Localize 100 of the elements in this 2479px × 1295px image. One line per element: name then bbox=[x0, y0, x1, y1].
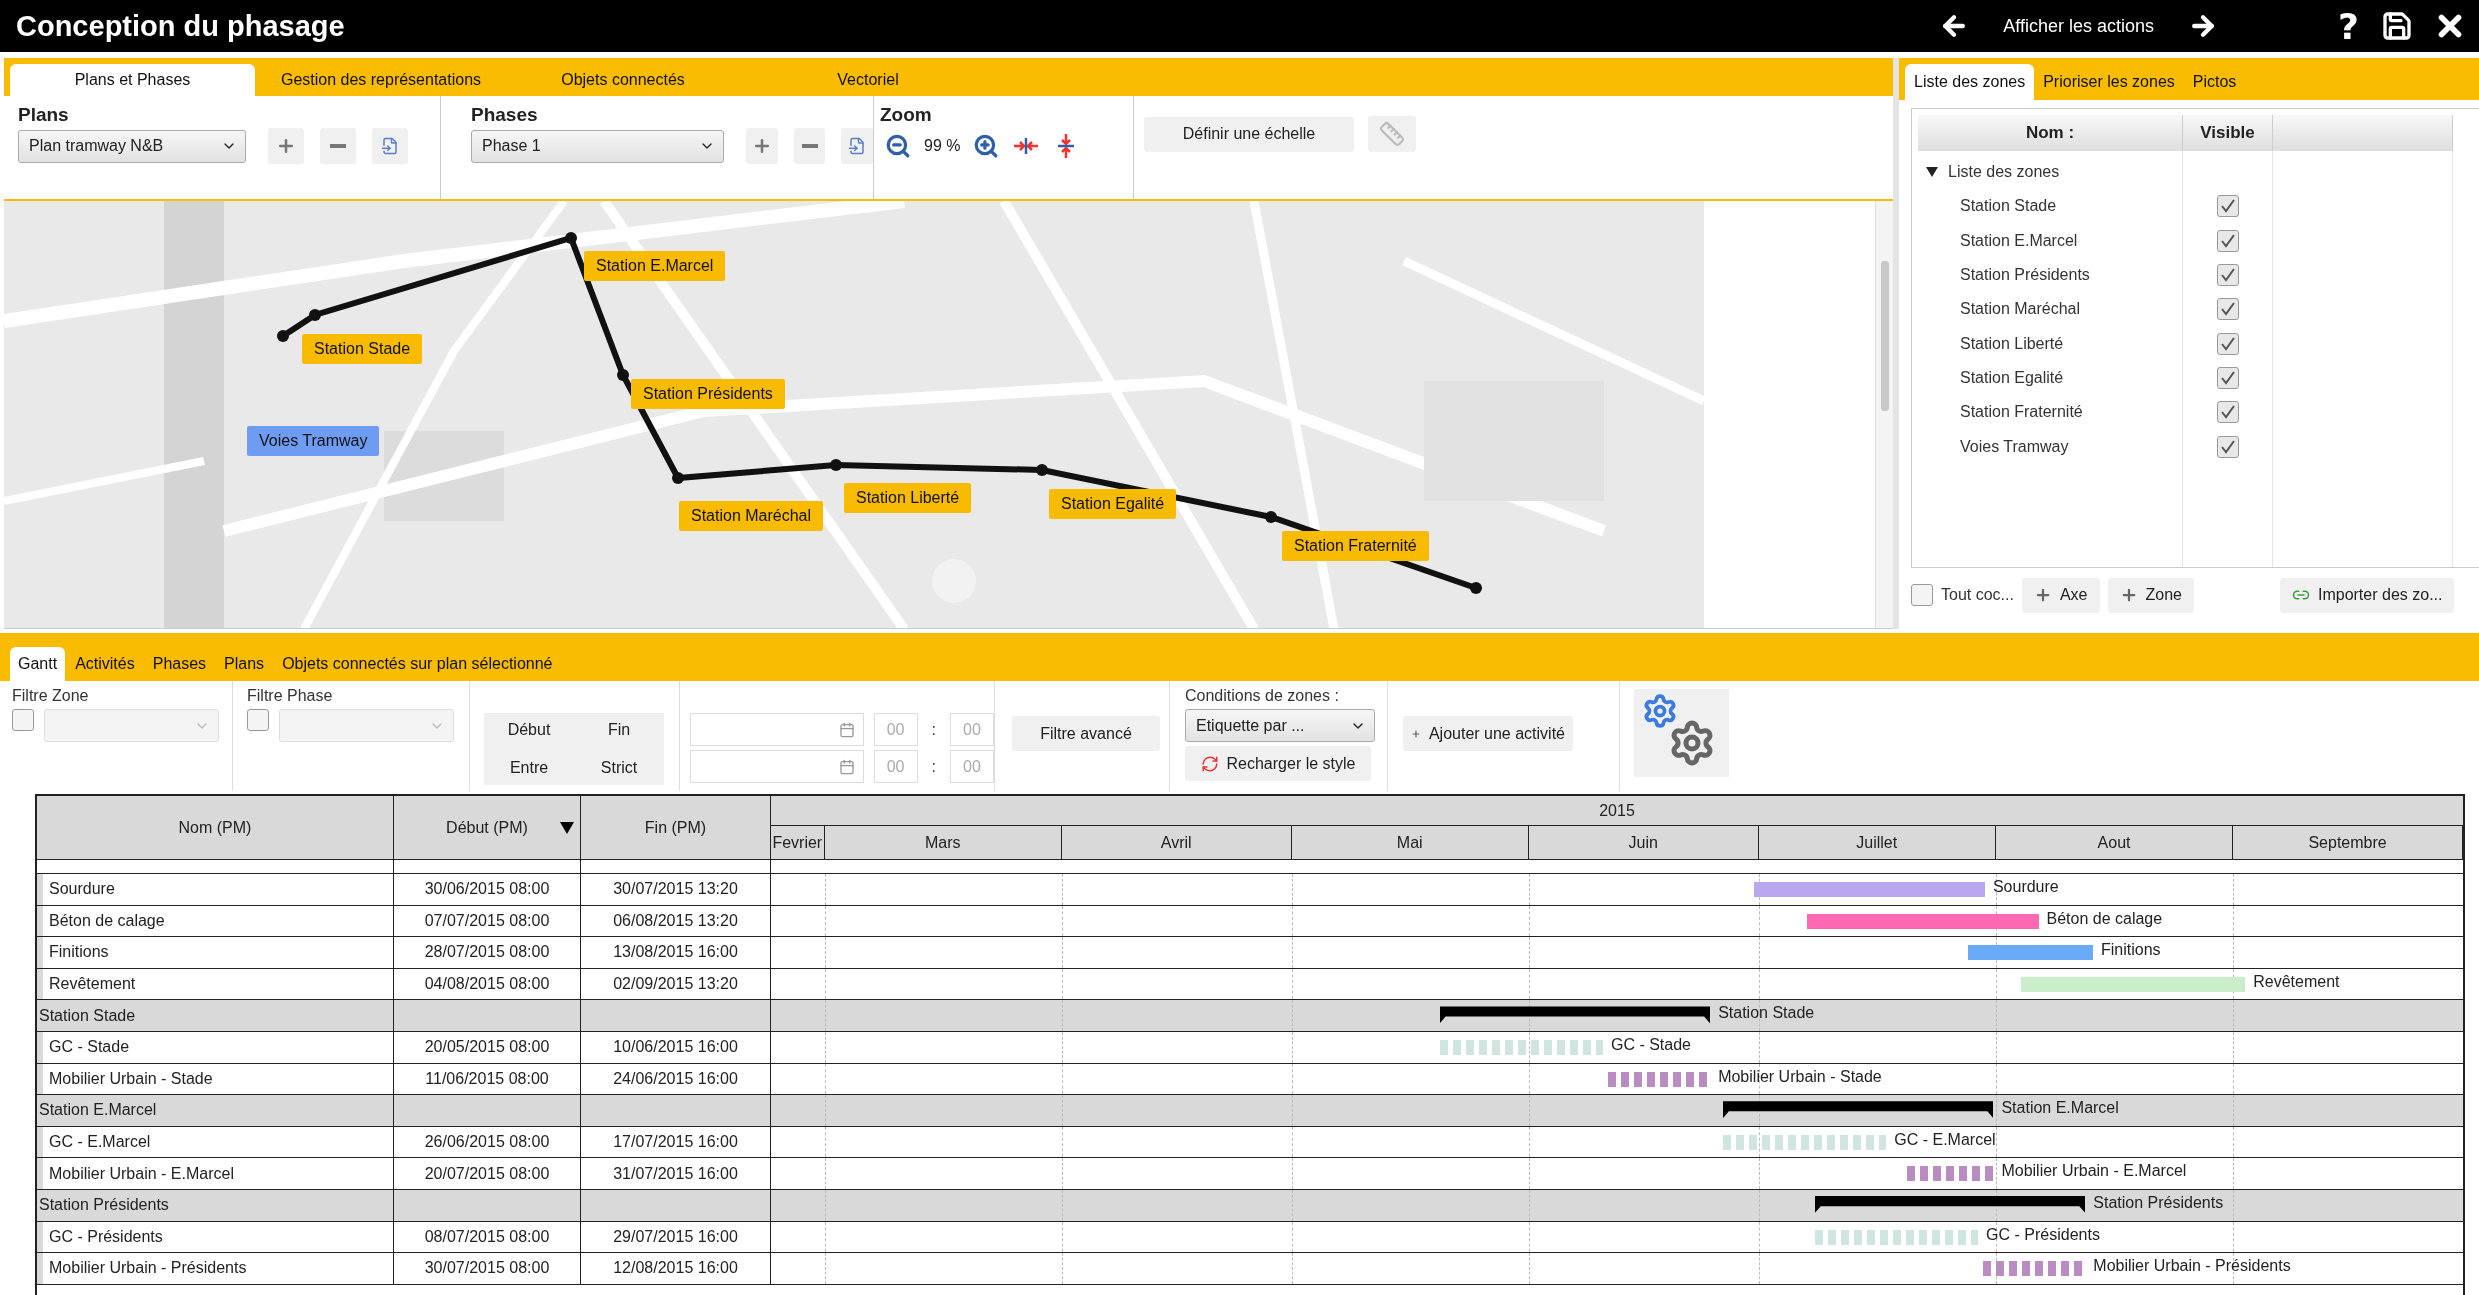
column-header[interactable]: Nom (PM) bbox=[37, 796, 394, 859]
scrollbar-thumb[interactable] bbox=[1880, 261, 1889, 411]
add-button[interactable] bbox=[268, 128, 304, 164]
plan-dropdown[interactable]: Plan tramway N&B bbox=[18, 129, 246, 163]
map-marker-label[interactable]: Station E.Marcel bbox=[584, 251, 726, 281]
visible-checkbox[interactable] bbox=[2216, 401, 2239, 424]
group-name-cell[interactable]: Station Présidents bbox=[37, 1189, 394, 1221]
panel-tab[interactable]: Pictos bbox=[2183, 64, 2246, 100]
remove-button[interactable] bbox=[320, 128, 356, 164]
filter-checkbox[interactable] bbox=[12, 709, 34, 731]
window-title: Conception du phasage bbox=[16, 9, 346, 43]
map-marker-label[interactable]: Station Liberté bbox=[844, 483, 972, 513]
zoom-value: 99 % bbox=[924, 137, 961, 155]
tab[interactable]: Gantt bbox=[10, 647, 66, 681]
check-all-checkbox[interactable] bbox=[1911, 584, 1933, 606]
bar-label: GC - Stade bbox=[1610, 1035, 1691, 1054]
visible-checkbox[interactable] bbox=[2216, 366, 2239, 389]
bar-label: GC - E.Marcel bbox=[1894, 1130, 1996, 1149]
month-header: Juin bbox=[1528, 826, 1759, 859]
end-date-cell: 24/06/2015 16:00 bbox=[581, 1063, 771, 1095]
import-zones-button[interactable]: Importer des zo... bbox=[2279, 577, 2455, 613]
save-icon bbox=[2381, 10, 2413, 42]
tab[interactable]: Gestion des représentations bbox=[255, 64, 507, 96]
plan-dropdown[interactable]: Phase 1 bbox=[471, 129, 725, 163]
filter-label: Filtre Phase bbox=[247, 687, 334, 705]
save-button[interactable] bbox=[2381, 10, 2413, 42]
define-scale-button[interactable]: Définir une échelle bbox=[1144, 116, 1354, 152]
tab[interactable]: Vectoriel bbox=[739, 64, 997, 96]
tab[interactable]: Objets connectés sur plan sélectionné bbox=[274, 647, 561, 681]
tree-item[interactable]: Station Egalité bbox=[1960, 368, 2064, 387]
start-date-cell: 07/07/2015 08:00 bbox=[394, 905, 581, 937]
minutes-field[interactable]: 00 bbox=[950, 750, 994, 783]
tree-item[interactable]: Station Stade bbox=[1960, 197, 2057, 216]
group-name-cell[interactable]: Station E.Marcel bbox=[37, 1095, 394, 1126]
column-header: Visible bbox=[2183, 115, 2273, 151]
tree-item[interactable]: Station Présidents bbox=[1960, 266, 2090, 285]
visible-checkbox[interactable] bbox=[2216, 298, 2239, 321]
add-button[interactable]: Zone bbox=[2107, 577, 2194, 613]
map-marker-label[interactable]: Station Egalité bbox=[1049, 489, 1177, 519]
reload-style-button[interactable]: Recharger le style bbox=[1185, 746, 1371, 781]
end-date-cell: 29/07/2015 16:00 bbox=[581, 1221, 771, 1253]
map-marker-label[interactable]: Voies Tramway bbox=[247, 426, 380, 456]
group-heading: Phases bbox=[471, 104, 539, 126]
activity-name-cell[interactable]: Mobilier Urbain - Présidents bbox=[37, 1253, 394, 1284]
map-marker-label[interactable]: Station Fraternité bbox=[1282, 531, 1429, 561]
add-activity-button[interactable]: Ajouter une activité bbox=[1403, 716, 1573, 751]
group-name-cell[interactable]: Station Stade bbox=[37, 1000, 394, 1031]
label-dropdown[interactable]: Etiquette par ... bbox=[1185, 709, 1375, 742]
date-field[interactable] bbox=[690, 713, 864, 746]
end-date-cell: 31/07/2015 16:00 bbox=[581, 1158, 771, 1189]
tab[interactable]: Activités bbox=[67, 647, 143, 681]
end-date-cell: 30/07/2015 13:20 bbox=[581, 874, 771, 905]
panel-tab[interactable]: Prioriser les zones bbox=[2034, 64, 2184, 100]
tree-item[interactable]: Station E.Marcel bbox=[1960, 231, 2078, 250]
month-header: Juillet bbox=[1758, 826, 1996, 859]
add-button[interactable]: Axe bbox=[2021, 577, 2100, 613]
map-marker-label[interactable]: Station Maréchal bbox=[679, 501, 824, 531]
tree-item[interactable]: Station Fraternité bbox=[1960, 403, 2083, 422]
end-date-cell: 17/07/2015 16:00 bbox=[581, 1126, 771, 1158]
start-date-cell: 26/06/2015 08:00 bbox=[394, 1126, 581, 1158]
visible-checkbox[interactable] bbox=[2216, 195, 2239, 218]
import-button[interactable] bbox=[372, 128, 408, 164]
hours-field[interactable]: 00 bbox=[873, 713, 918, 746]
map-marker-label[interactable]: Station Stade bbox=[302, 334, 423, 364]
bar-label: Station E.Marcel bbox=[2001, 1099, 2119, 1118]
remove-button[interactable] bbox=[793, 128, 826, 164]
help-button[interactable]: ? bbox=[2338, 5, 2359, 47]
tab[interactable]: Plans bbox=[216, 647, 273, 681]
bar-label: Mobilier Urbain - Stade bbox=[1718, 1067, 1882, 1086]
column-header[interactable]: Fin (PM) bbox=[581, 796, 771, 859]
visible-checkbox[interactable] bbox=[2216, 332, 2239, 355]
tab[interactable]: Plans et Phases bbox=[10, 64, 255, 96]
import-button[interactable] bbox=[841, 128, 873, 164]
start-date-cell: 20/05/2015 08:00 bbox=[394, 1031, 581, 1063]
tab[interactable]: Phases bbox=[144, 647, 215, 681]
start-date-cell: 04/08/2015 08:00 bbox=[394, 968, 581, 1000]
visible-checkbox[interactable] bbox=[2216, 229, 2239, 252]
hours-field[interactable]: 00 bbox=[873, 750, 918, 783]
minutes-field[interactable]: 00 bbox=[950, 713, 994, 746]
bar-label: Finitions bbox=[2100, 941, 2161, 960]
filter-checkbox[interactable] bbox=[247, 709, 269, 731]
panel-tab[interactable]: Liste des zones bbox=[1905, 64, 2035, 100]
map-marker-label[interactable]: Station Présidents bbox=[631, 379, 785, 409]
conditions-label: Conditions de zones : bbox=[1185, 687, 1340, 705]
date-field[interactable] bbox=[690, 750, 864, 783]
bar-label: Béton de calage bbox=[2046, 909, 2163, 928]
tab[interactable]: Objets connectés bbox=[507, 64, 739, 96]
tree-item[interactable]: Station Maréchal bbox=[1960, 300, 2081, 319]
ruler-icon bbox=[1379, 121, 1405, 147]
visible-checkbox[interactable] bbox=[2216, 264, 2239, 287]
column-header[interactable]: Début (PM) bbox=[394, 796, 581, 859]
settings-button[interactable] bbox=[1634, 689, 1729, 777]
tree-item[interactable]: Voies Tramway bbox=[1960, 437, 2069, 456]
visible-checkbox[interactable] bbox=[2216, 435, 2239, 458]
add-button[interactable] bbox=[746, 128, 778, 164]
calendar-icon bbox=[838, 758, 855, 775]
tree-item[interactable]: Station Liberté bbox=[1960, 334, 2064, 353]
tree-item[interactable]: Liste des zones bbox=[1948, 163, 2060, 182]
advanced-filter-button[interactable]: Filtre avancé bbox=[1012, 716, 1160, 751]
expand-arrow-icon[interactable] bbox=[1926, 167, 1938, 178]
